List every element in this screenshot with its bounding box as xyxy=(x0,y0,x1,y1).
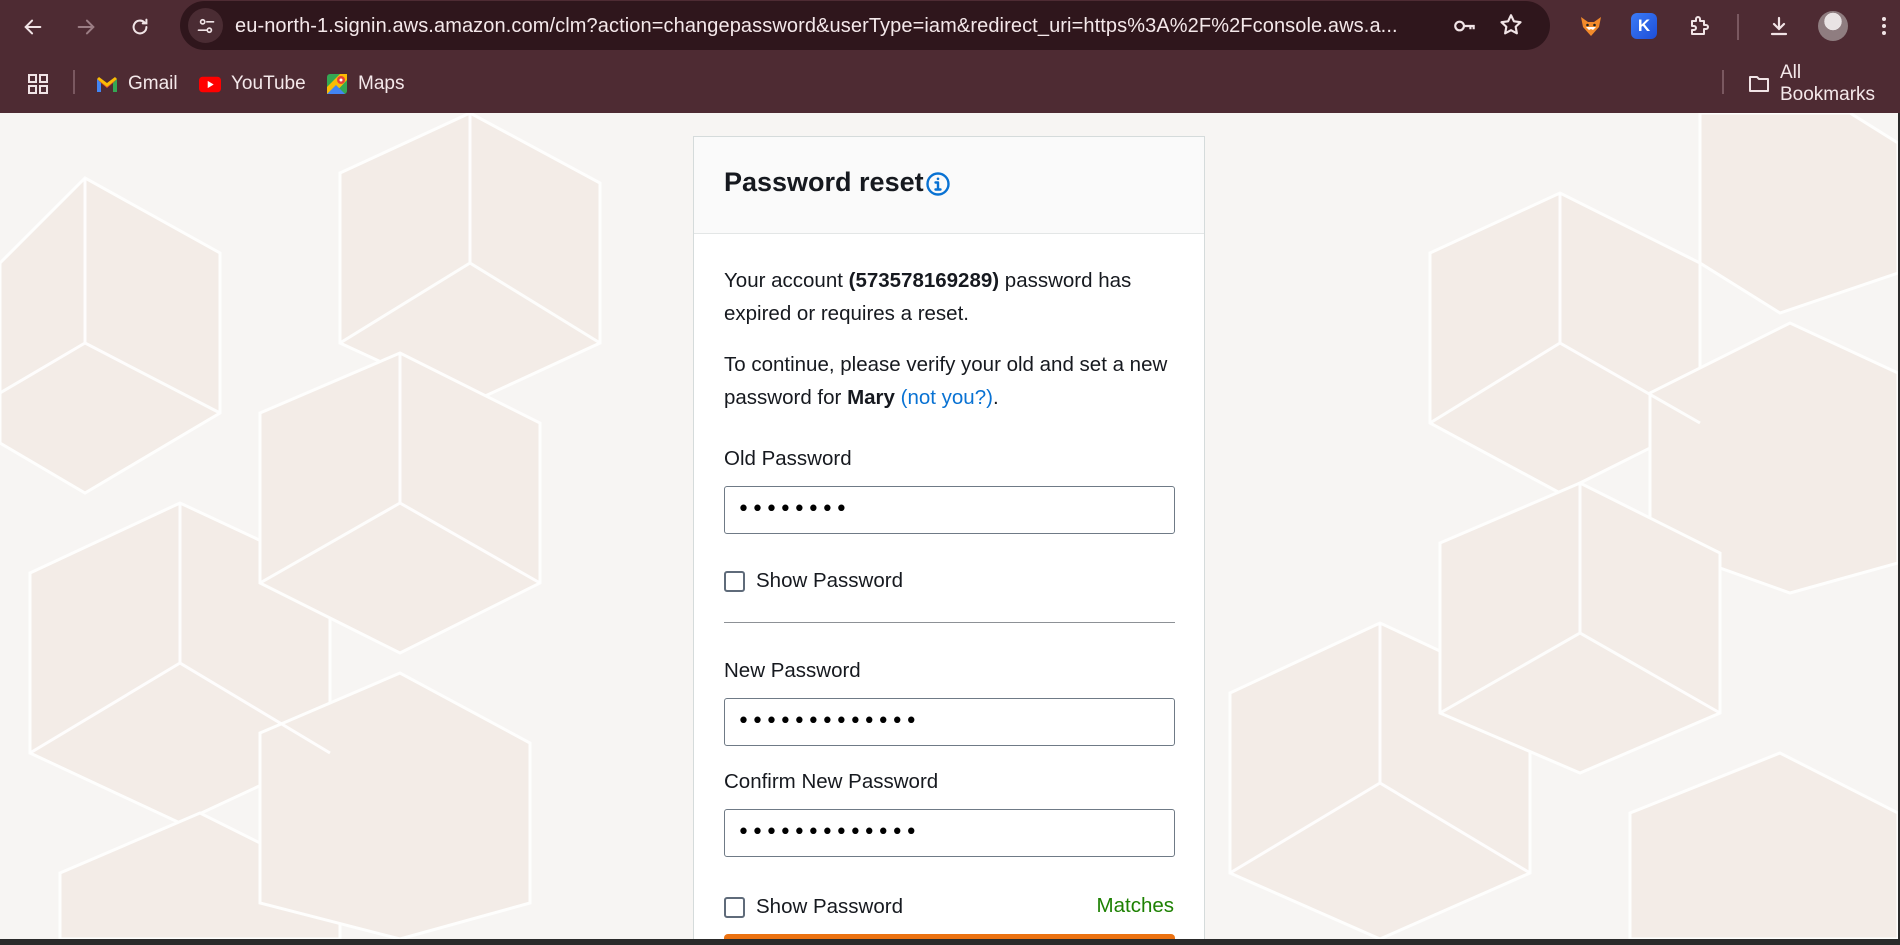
site-settings-icon[interactable] xyxy=(188,8,223,43)
bookmarks-bar: Gmail YouTube Maps All Bookmarks xyxy=(0,55,1900,111)
section-divider xyxy=(724,622,1175,623)
bookmark-star-icon[interactable] xyxy=(1498,12,1524,38)
profile-avatar[interactable] xyxy=(1817,10,1849,42)
password-match-status: Matches xyxy=(1096,894,1174,917)
bookmarks-separator-right xyxy=(1722,70,1724,94)
card-header: Password reset xyxy=(694,137,1204,234)
browser-menu-icon[interactable] xyxy=(1868,10,1900,42)
avatar xyxy=(1818,11,1848,41)
all-bookmarks-button[interactable]: All Bookmarks xyxy=(1748,62,1900,105)
show-password-label: Show Password xyxy=(756,895,903,918)
account-expired-message: Your account (573578169289) password has… xyxy=(724,264,1184,330)
k-extension-icon[interactable]: K xyxy=(1628,10,1660,42)
apps-grid-icon[interactable] xyxy=(27,71,49,97)
password-reset-card: Password reset Your account (57357816928… xyxy=(693,136,1205,939)
confirm-password-field[interactable]: ••••••••••••• xyxy=(724,809,1175,857)
toolbar-separator xyxy=(1737,14,1739,40)
show-old-password-toggle[interactable]: Show Password xyxy=(724,568,903,594)
info-icon[interactable] xyxy=(925,171,951,197)
url-text[interactable]: eu-north-1.signin.aws.amazon.com/clm?act… xyxy=(235,15,1415,38)
intro-prefix: Your account xyxy=(724,269,849,292)
bookmark-label: Maps xyxy=(358,73,405,94)
continue-message: To continue, please verify your old and … xyxy=(724,348,1184,414)
reload-icon[interactable] xyxy=(123,10,157,44)
address-bar[interactable]: eu-north-1.signin.aws.amazon.com/clm?act… xyxy=(180,1,1550,50)
bookmark-label: YouTube xyxy=(231,73,306,94)
account-id: (573578169289) xyxy=(848,269,1000,292)
folder-icon xyxy=(1748,73,1770,95)
extensions-puzzle-icon[interactable] xyxy=(1683,10,1715,42)
show-password-label: Show Password xyxy=(756,569,903,592)
password-key-icon[interactable] xyxy=(1452,13,1478,39)
bookmark-gmail[interactable]: Gmail xyxy=(96,71,178,97)
window-edge-bottom xyxy=(0,939,1900,945)
bookmark-label: Gmail xyxy=(128,73,178,94)
user-name: Mary xyxy=(847,386,895,409)
fox-extension-icon[interactable] xyxy=(1575,10,1607,42)
bookmark-maps[interactable]: Maps xyxy=(326,71,404,97)
new-password-field[interactable]: ••••••••••••• xyxy=(724,698,1175,746)
confirm-password-label: Confirm New Password xyxy=(724,770,939,793)
maps-icon xyxy=(326,73,348,95)
old-password-label: Old Password xyxy=(724,447,852,470)
old-password-field[interactable]: •••••••• xyxy=(724,486,1175,534)
gmail-icon xyxy=(96,73,118,95)
all-bookmarks-label: All Bookmarks xyxy=(1780,62,1876,105)
bookmarks-separator xyxy=(73,70,75,94)
download-icon[interactable] xyxy=(1763,10,1795,42)
youtube-icon xyxy=(199,73,221,95)
show-password-checkbox[interactable] xyxy=(724,570,745,592)
show-password-checkbox[interactable] xyxy=(724,896,745,918)
browser-chrome: eu-north-1.signin.aws.amazon.com/clm?act… xyxy=(0,0,1900,113)
forward-icon[interactable] xyxy=(69,10,103,44)
show-new-password-toggle[interactable]: Show Password xyxy=(724,894,903,920)
browser-toolbar: eu-north-1.signin.aws.amazon.com/clm?act… xyxy=(0,0,1900,53)
bookmark-youtube[interactable]: YouTube xyxy=(199,71,306,97)
back-icon[interactable] xyxy=(16,10,50,44)
period: . xyxy=(992,386,999,409)
page-title: Password reset xyxy=(724,167,924,197)
not-you-link[interactable]: (not you?) xyxy=(901,386,993,409)
page-content: Password reset Your account (57357816928… xyxy=(0,113,1898,939)
new-password-label: New Password xyxy=(724,659,861,682)
